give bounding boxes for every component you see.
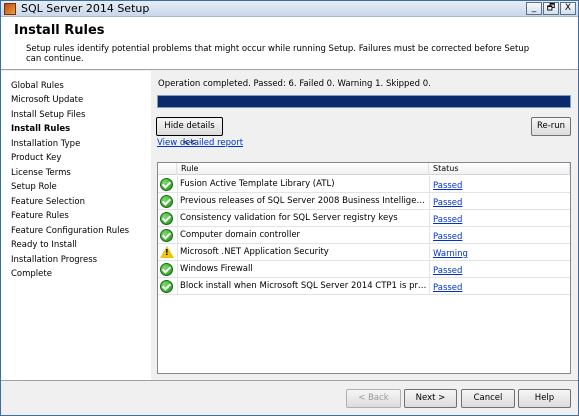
sidebar-item-feature-rules[interactable]: Feature Rules	[11, 211, 69, 221]
page-title: Install Rules	[14, 23, 105, 38]
restore-button[interactable]: 🗗	[543, 2, 559, 15]
table-row[interactable]: Fusion Active Template Library (ATL) Pas…	[158, 176, 570, 193]
rule-name: Microsoft .NET Application Security	[177, 244, 429, 261]
status-column-header[interactable]: Status	[429, 163, 570, 175]
window-title: SQL Server 2014 Setup	[21, 2, 150, 15]
table-row[interactable]: Computer domain controller Passed	[158, 227, 570, 244]
rule-name: Computer domain controller	[177, 227, 429, 244]
sidebar-item-license-terms[interactable]: License Terms	[11, 168, 71, 178]
success-icon	[160, 212, 173, 225]
status-link[interactable]: Warning	[433, 249, 468, 259]
page-header: Install Rules Setup rules identify poten…	[1, 17, 578, 70]
status-link[interactable]: Passed	[433, 215, 462, 225]
table-row[interactable]: Block install when Microsoft SQL Server …	[158, 278, 570, 295]
help-button[interactable]: Help	[518, 389, 571, 408]
status-link[interactable]: Passed	[433, 232, 462, 242]
steps-sidebar: Global Rules Microsoft Update Install Se…	[1, 71, 151, 380]
success-icon	[160, 263, 173, 276]
rerun-button[interactable]: Re-run	[531, 117, 571, 136]
success-icon	[160, 178, 173, 191]
hide-details-button[interactable]: Hide details <<	[156, 117, 223, 148]
back-button[interactable]: < Back	[346, 389, 401, 408]
minimize-button[interactable]: _	[526, 2, 542, 15]
sidebar-item-installation-type[interactable]: Installation Type	[11, 139, 80, 149]
sidebar-item-microsoft-update[interactable]: Microsoft Update	[11, 95, 83, 105]
success-icon	[160, 229, 173, 242]
status-link[interactable]: Passed	[433, 198, 462, 208]
page-description: Setup rules identify potential problems …	[26, 44, 530, 64]
rule-name: Previous releases of SQL Server 2008 Bus…	[177, 193, 429, 210]
setup-window: SQL Server 2014 Setup _ 🗗 X Install Rule…	[0, 0, 579, 416]
table-row[interactable]: Consistency validation for SQL Server re…	[158, 210, 570, 227]
sidebar-item-setup-role[interactable]: Setup Role	[11, 182, 57, 192]
status-link[interactable]: Passed	[433, 266, 462, 276]
table-row[interactable]: Previous releases of SQL Server 2008 Bus…	[158, 193, 570, 210]
sidebar-item-feature-configuration-rules[interactable]: Feature Configuration Rules	[11, 226, 129, 236]
rule-column-header[interactable]: Rule	[177, 163, 429, 175]
sidebar-item-ready-to-install[interactable]: Ready to Install	[11, 240, 77, 250]
rule-name: Block install when Microsoft SQL Server …	[177, 278, 429, 295]
sidebar-item-install-setup-files[interactable]: Install Setup Files	[11, 110, 85, 120]
sidebar-item-installation-progress[interactable]: Installation Progress	[11, 255, 97, 265]
title-bar: SQL Server 2014 Setup _ 🗗 X	[1, 1, 578, 17]
status-link[interactable]: Passed	[433, 283, 462, 293]
sidebar-item-product-key[interactable]: Product Key	[11, 153, 61, 163]
rule-name: Consistency validation for SQL Server re…	[177, 210, 429, 227]
sidebar-item-global-rules[interactable]: Global Rules	[11, 81, 64, 91]
status-link[interactable]: Passed	[433, 181, 462, 191]
main-panel: Operation completed. Passed: 6. Failed 0…	[151, 71, 578, 380]
next-button[interactable]: Next >	[404, 389, 457, 408]
sidebar-item-feature-selection[interactable]: Feature Selection	[11, 197, 85, 207]
wizard-footer: < Back Next > Cancel Help	[1, 380, 578, 415]
table-header: Rule Status	[158, 163, 570, 175]
operation-status: Operation completed. Passed: 6. Failed 0…	[158, 79, 431, 89]
sql-server-app-icon	[4, 3, 16, 15]
progress-bar	[157, 95, 571, 108]
sidebar-item-install-rules[interactable]: Install Rules	[11, 124, 70, 134]
success-icon	[160, 280, 173, 293]
rule-name: Fusion Active Template Library (ATL)	[177, 176, 429, 193]
rule-name: Windows Firewall	[177, 261, 429, 278]
cancel-button[interactable]: Cancel	[461, 389, 515, 408]
close-button[interactable]: X	[560, 2, 576, 15]
icon-column-header	[158, 163, 177, 175]
rules-table: Rule Status Fusion Active Template Libra…	[157, 162, 571, 374]
view-detailed-report-link[interactable]: View detailed report	[157, 138, 243, 148]
success-icon	[160, 195, 173, 208]
table-row[interactable]: Microsoft .NET Application Security Warn…	[158, 244, 570, 261]
sidebar-item-complete[interactable]: Complete	[11, 269, 52, 279]
warning-icon	[160, 246, 174, 259]
table-row[interactable]: Windows Firewall Passed	[158, 261, 570, 278]
